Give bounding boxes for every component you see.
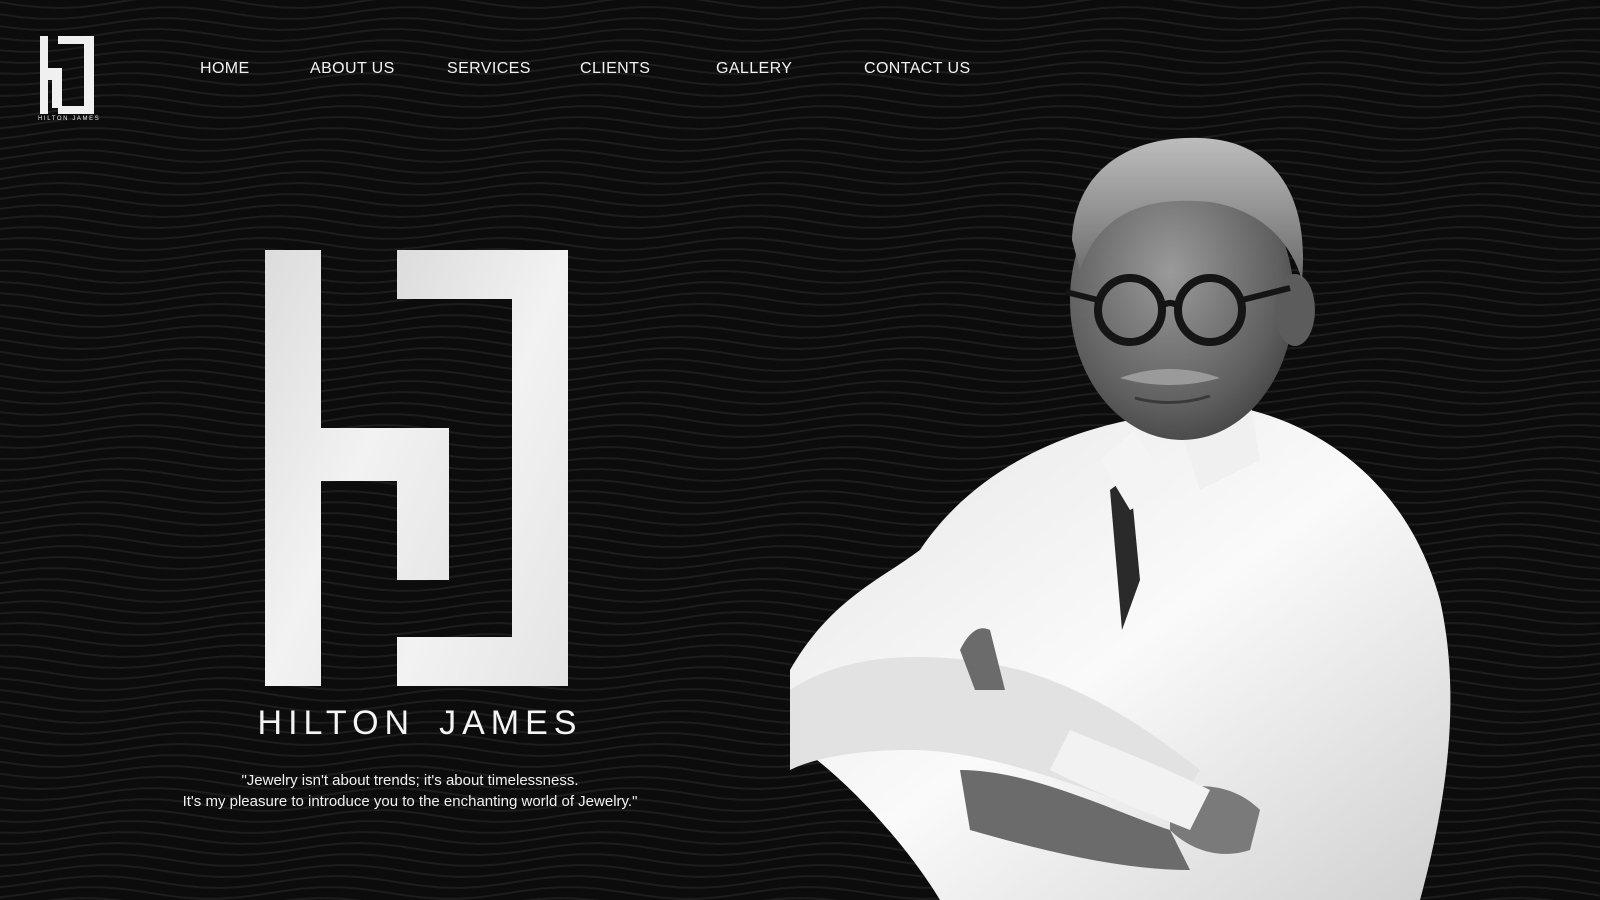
- hero-monogram-logo: [265, 250, 568, 686]
- nav-home[interactable]: HOME: [200, 60, 250, 78]
- quote-line-2: It's my pleasure to introduce you to the…: [182, 793, 638, 810]
- quote-line-1: "Jewelry isn't about trends; it's about …: [241, 772, 579, 789]
- nav-about-us[interactable]: ABOUT US: [310, 60, 395, 78]
- hero-last-name: JAMES: [439, 704, 583, 742]
- header-logo[interactable]: HILTON JAMES: [38, 34, 101, 126]
- landing-page: HILTON JAMES HOME ABOUT US SERVICES CLIE…: [0, 0, 1600, 900]
- header-logo-text: HILTON JAMES: [38, 116, 101, 122]
- hero-first-name: HILTON: [257, 704, 416, 742]
- portrait-photo: [790, 137, 1451, 900]
- hero-brand-name: HILTON JAMES: [190, 704, 650, 743]
- hero-quote: "Jewelry isn't about trends; it's about …: [100, 770, 720, 812]
- nav-clients[interactable]: CLIENTS: [580, 60, 650, 78]
- nav-contact-us[interactable]: CONTACT US: [864, 60, 971, 78]
- nav-gallery[interactable]: GALLERY: [716, 60, 792, 78]
- hj-monogram-icon: [40, 36, 94, 114]
- nav-services[interactable]: SERVICES: [447, 60, 531, 78]
